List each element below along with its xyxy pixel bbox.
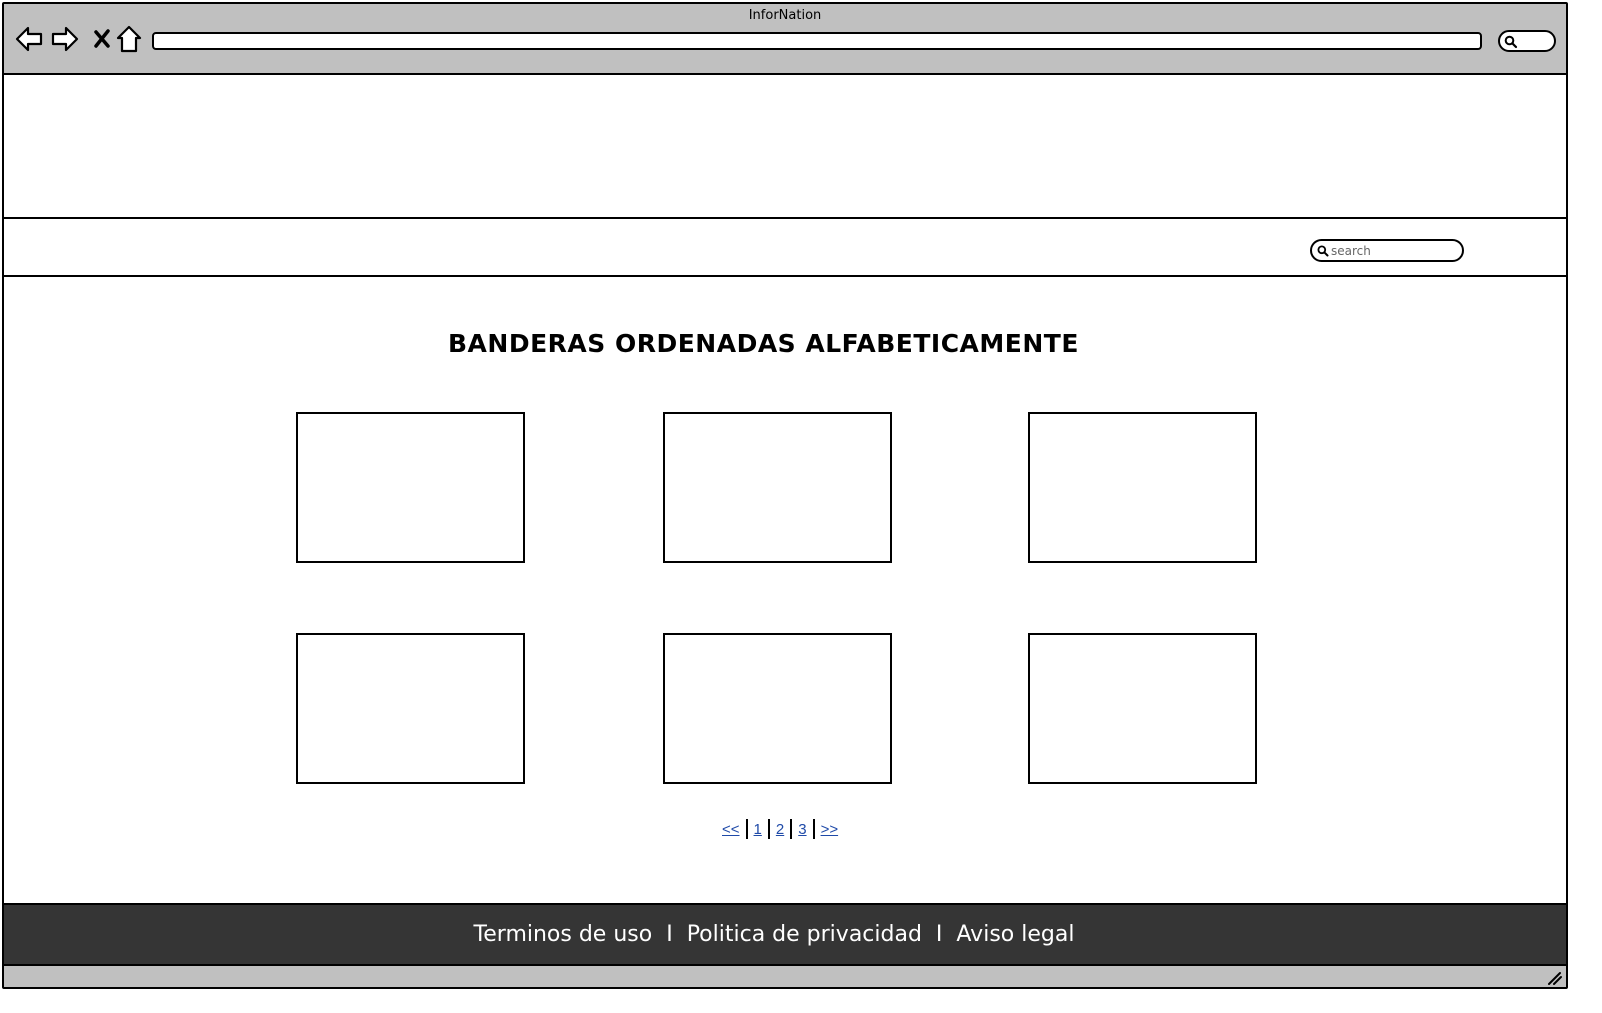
footer-link-privacy[interactable]: Politica de privacidad <box>687 922 922 947</box>
footer-separator: I <box>666 922 673 947</box>
flag-card[interactable] <box>1028 412 1257 563</box>
forward-arrow-icon[interactable] <box>50 24 80 54</box>
browser-search-field[interactable] <box>1498 30 1556 52</box>
search-icon <box>1504 35 1518 49</box>
flag-card[interactable] <box>663 633 892 784</box>
pagination-last[interactable]: >> <box>815 821 845 838</box>
browser-toolbar: InforNation <box>4 4 1566 75</box>
pagination-page-2[interactable]: 2 <box>770 821 790 838</box>
navigation-bar <box>4 219 1566 277</box>
footer-link-terms[interactable]: Terminos de uso <box>474 922 653 947</box>
window-title: InforNation <box>748 8 822 23</box>
page-title: BANDERAS ORDENADAS ALFABETICAMENTE <box>448 329 1079 358</box>
url-bar[interactable] <box>152 32 1482 50</box>
flag-card[interactable] <box>296 633 525 784</box>
footer-separator: I <box>935 922 943 947</box>
search-field[interactable] <box>1310 239 1464 262</box>
home-icon[interactable] <box>114 24 144 54</box>
footer: Terminos de uso I Politica de privacidad… <box>4 903 1566 966</box>
resize-grip-icon[interactable] <box>1546 970 1562 985</box>
pagination: << 1 2 3 >> <box>716 817 844 841</box>
footer-link-legal[interactable]: Aviso legal <box>956 922 1074 947</box>
header-banner <box>4 75 1566 219</box>
pagination-first[interactable]: << <box>716 821 746 838</box>
back-arrow-icon[interactable] <box>14 24 44 54</box>
flag-card[interactable] <box>296 412 525 563</box>
browser-window: InforNation search BANDERAS ORDENADAS AL… <box>2 2 1568 989</box>
pagination-page-3[interactable]: 3 <box>792 821 812 838</box>
footer-links: Terminos de uso I Politica de privacidad… <box>4 922 1544 947</box>
pagination-page-1[interactable]: 1 <box>748 821 768 838</box>
status-bar <box>4 966 1566 987</box>
search-input[interactable] <box>1331 242 1456 259</box>
flag-card[interactable] <box>1028 633 1257 784</box>
flag-card[interactable] <box>663 412 892 563</box>
main-content: BANDERAS ORDENADAS ALFABETICAMENTE << 1 … <box>4 277 1566 903</box>
search-icon <box>1317 245 1329 257</box>
